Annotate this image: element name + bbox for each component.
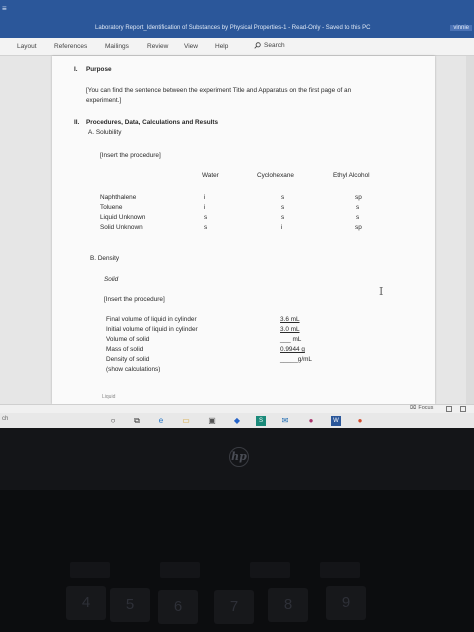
print-layout-icon[interactable] [446, 406, 452, 412]
search-label: Search [264, 42, 285, 49]
title-bar: ≡ Laboratory Report_Identification of Su… [0, 0, 474, 38]
solubility-cell: s [204, 214, 208, 221]
key-8: 8 [268, 588, 308, 622]
solid-label: Solid [104, 276, 119, 283]
function-key [160, 562, 200, 578]
density-row-value: 0.9944 g [280, 346, 305, 353]
solubility-row-label: Toluene [100, 204, 123, 211]
solubility-cell: i [204, 204, 206, 211]
section1-title: Purpose [86, 66, 112, 73]
tab-review[interactable]: Review [147, 43, 168, 50]
edge-icon[interactable]: e [156, 416, 166, 426]
density-row-value: 3.0 mL [280, 326, 300, 333]
section2-title: Procedures, Data, Calculations and Resul… [86, 119, 219, 126]
density-row-label: Initial volume of liquid in cylinder [106, 326, 198, 333]
ribbon-search[interactable]: Search [254, 42, 285, 49]
density-row-label: Mass of solid [106, 346, 144, 353]
solubility-cell: s [281, 194, 285, 201]
tab-layout[interactable]: Layout [17, 43, 37, 50]
density-row-label: Density of solid [106, 356, 150, 363]
solubility-cell: sp [355, 194, 362, 201]
key-4: 4 [66, 586, 106, 620]
tab-references[interactable]: References [54, 43, 87, 50]
user-account[interactable]: vinnie [450, 25, 472, 31]
purpose-text-line2: experiment.] [86, 97, 122, 104]
app-icon-s[interactable]: S [256, 416, 266, 426]
dropbox-icon[interactable]: ◆ [232, 416, 242, 426]
cortana-icon[interactable]: ○ [108, 416, 118, 426]
density-row-label: (show calculations) [106, 366, 161, 373]
function-key [70, 562, 110, 578]
focus-label: Focus [418, 405, 434, 411]
screen: ≡ Laboratory Report_Identification of Su… [0, 0, 474, 428]
density-row-label: Final volume of liquid in cylinder [106, 316, 197, 323]
function-key [320, 562, 360, 578]
solubility-header-cyclohexane: Cyclohexane [257, 172, 294, 179]
text-cursor-icon: I [379, 285, 384, 298]
word-app-icon: ≡ [2, 4, 7, 13]
web-layout-icon[interactable] [460, 406, 466, 412]
solubility-cell: sp [355, 224, 362, 231]
solubility-cell: s [204, 224, 208, 231]
word-taskbar-icon[interactable]: W [331, 416, 341, 426]
key-6: 6 [158, 590, 198, 624]
solubility-row-label: Solid Unknown [100, 224, 143, 231]
solubility-header-water: Water [202, 172, 219, 179]
document-page[interactable]: I. Purpose [You can find the sentence be… [52, 56, 435, 404]
density-row-label: Volume of solid [106, 336, 150, 343]
solubility-cell: s [356, 214, 360, 221]
document-workspace: I. Purpose [You can find the sentence be… [0, 56, 474, 404]
keyboard: 4 5 6 7 8 9 [0, 490, 474, 632]
status-bar: ⌧ Focus [0, 404, 474, 413]
tab-mailings[interactable]: Mailings [105, 43, 129, 50]
section2-number: II. [74, 119, 80, 126]
mail-icon[interactable]: ✉ [280, 416, 290, 426]
search-icon [254, 42, 261, 49]
subsection-b-label: B. Density [90, 255, 120, 262]
tab-view[interactable]: View [184, 43, 198, 50]
solubility-cell: i [281, 224, 283, 231]
solubility-cell: s [356, 204, 360, 211]
focus-icon: ⌧ [410, 405, 417, 411]
insert-procedure-b: [Insert the procedure] [104, 296, 165, 303]
density-row-value: 3.6 mL [280, 316, 300, 323]
hp-logo: hp [229, 447, 249, 467]
solubility-cell: i [204, 194, 206, 201]
density-row-value: ___ mL [280, 336, 302, 343]
function-key [250, 562, 290, 578]
ribbon-tabs: Layout References Mailings Review View H… [0, 38, 474, 56]
density-row-value: _____g/mL [280, 356, 312, 363]
window-title: Laboratory Report_Identification of Subs… [95, 25, 371, 31]
taskbar: ch ○ ⧉ e ▭ ▣ ◆ S ✉ ● W ● [0, 413, 474, 428]
insert-procedure-a: [Insert the procedure] [100, 152, 161, 159]
tab-help[interactable]: Help [215, 43, 228, 50]
store-icon[interactable]: ▣ [207, 416, 217, 426]
vertical-scrollbar[interactable] [466, 56, 474, 404]
focus-mode-button[interactable]: ⌧ Focus [410, 405, 433, 411]
task-view-icon[interactable]: ⧉ [132, 416, 142, 426]
purpose-text-line1: [You can find the sentence between the e… [86, 87, 352, 94]
key-7: 7 [214, 590, 254, 624]
app-icon-pink[interactable]: ● [306, 416, 316, 426]
solubility-header-ethyl-alcohol: Ethyl Alcohol [333, 172, 370, 179]
cutoff-text: Liquid [102, 394, 116, 400]
section1-number: I. [74, 66, 78, 73]
taskbar-search-field[interactable]: ch [2, 416, 8, 422]
solubility-row-label: Liquid Unknown [100, 214, 146, 221]
solubility-cell: s [281, 204, 285, 211]
key-9: 9 [326, 586, 366, 620]
app-icon-red[interactable]: ● [355, 416, 365, 426]
key-5: 5 [110, 588, 150, 622]
file-explorer-icon[interactable]: ▭ [181, 416, 191, 426]
solubility-row-label: Naphthalene [100, 194, 137, 201]
solubility-cell: s [281, 214, 285, 221]
subsection-a-label: A. Solubility [88, 129, 122, 136]
